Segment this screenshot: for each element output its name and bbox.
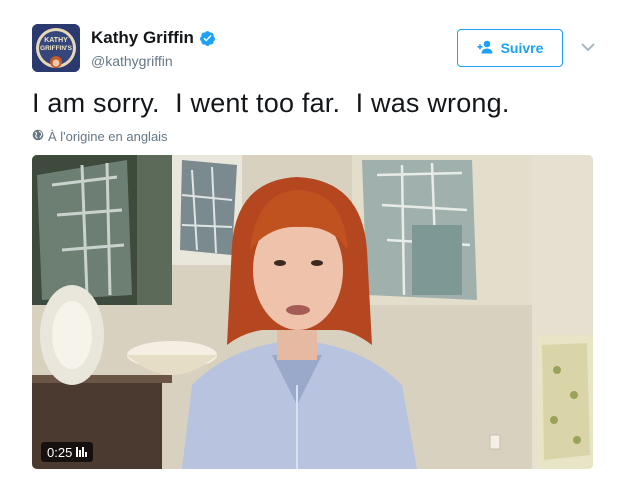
volume-bars-icon <box>76 447 88 457</box>
video-duration: 0:25 <box>47 444 73 460</box>
follow-label: Suivre <box>500 40 544 56</box>
user-handle[interactable]: @kathygriffin <box>91 53 173 69</box>
avatar[interactable]: KATHY GRIFFIN'S <box>32 24 80 72</box>
video-player[interactable] <box>32 155 593 469</box>
svg-text:KATHY: KATHY <box>44 37 68 44</box>
translation-note-text: À l'origine en anglais <box>48 129 168 144</box>
chevron-down-icon[interactable] <box>580 40 596 52</box>
verified-badge-icon <box>199 30 216 47</box>
user-display-name[interactable]: Kathy Griffin <box>91 28 216 48</box>
translation-note: À l'origine en anglais <box>32 129 168 144</box>
video-thumbnail <box>32 155 593 469</box>
svg-text:GRIFFIN'S: GRIFFIN'S <box>40 45 73 52</box>
avatar-image: KATHY GRIFFIN'S <box>32 24 80 72</box>
add-user-icon <box>477 40 495 57</box>
video-duration-badge: 0:25 <box>41 442 94 462</box>
tweet-text: I am sorry. I went too far. I was wrong. <box>32 88 510 118</box>
follow-button[interactable]: Suivre <box>457 29 563 67</box>
globe-icon <box>32 129 44 144</box>
user-name[interactable]: Kathy Griffin <box>91 28 194 48</box>
